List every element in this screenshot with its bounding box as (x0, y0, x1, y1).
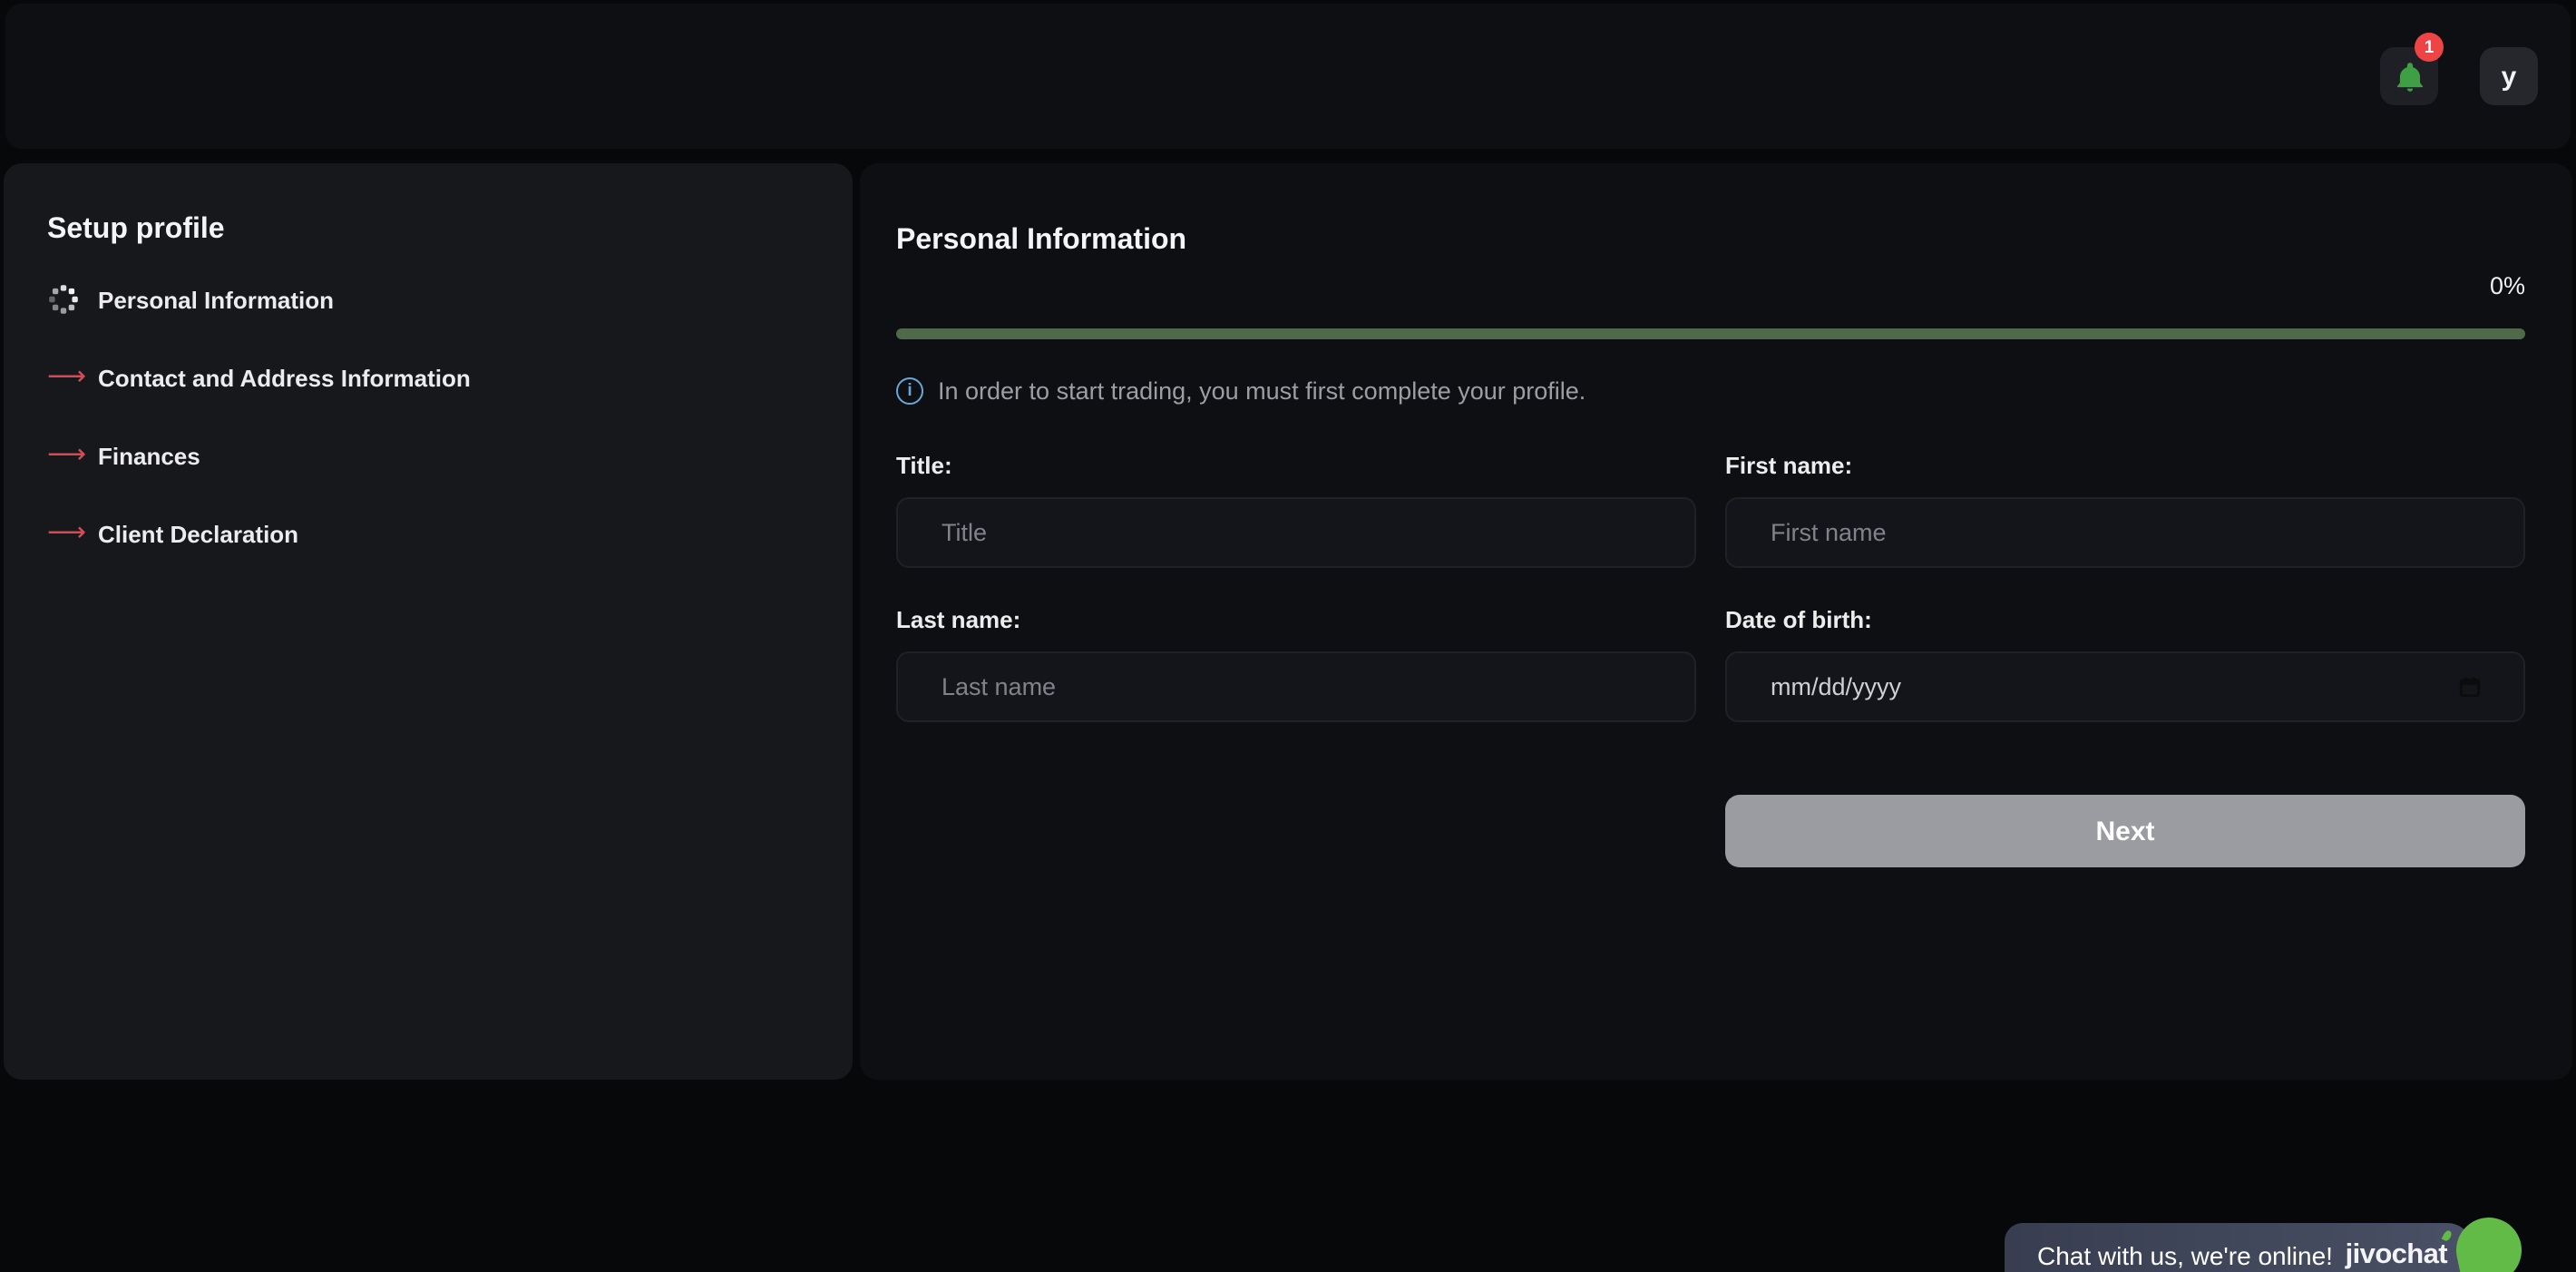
first-name-label: First name: (1725, 452, 2525, 479)
notifications-button[interactable]: 1 (2380, 47, 2438, 105)
arrow-right-icon: ⟶ (47, 517, 80, 550)
sidebar-item-client-declaration[interactable]: ⟶ Client Declaration (47, 517, 853, 550)
arrow-right-icon: ⟶ (47, 361, 80, 394)
bell-icon (2392, 59, 2426, 93)
arrow-right-icon: ⟶ (47, 439, 80, 472)
progress-percent: 0% (896, 272, 2525, 299)
sidebar-item-contact-and-address[interactable]: ⟶ Contact and Address Information (47, 361, 853, 394)
page-title: Personal Information (896, 225, 2525, 258)
first-name-input[interactable] (1725, 497, 2525, 568)
date-of-birth-field-group: Date of birth: (1725, 606, 2525, 722)
title-field-group: Title: (896, 452, 1696, 568)
sidebar-title: Setup profile (47, 214, 853, 247)
jivochat-logo: jivochat (2346, 1238, 2447, 1271)
sidebar-item-label: Contact and Address Information (98, 364, 471, 391)
spinner-icon (47, 283, 80, 316)
info-icon: i (896, 377, 923, 405)
sidebar-item-label: Client Declaration (98, 520, 298, 547)
first-name-field-group: First name: (1725, 452, 2525, 568)
personal-information-panel: Personal Information 0% i In order to st… (860, 163, 2572, 1080)
notification-badge: 1 (2415, 33, 2444, 62)
chat-widget: Chat with us, we're online! jivochat (2005, 1223, 2509, 1272)
leaf-icon[interactable] (2450, 1211, 2527, 1272)
date-of-birth-label: Date of birth: (1725, 606, 2525, 633)
steps-list: Personal Information ⟶ Contact and Addre… (47, 283, 853, 550)
title-input[interactable] (896, 497, 1696, 568)
app-root: 1 y Setup profile (0, 0, 2576, 1272)
sidebar-item-finances[interactable]: ⟶ Finances (47, 439, 853, 472)
last-name-label: Last name: (896, 606, 1696, 633)
avatar[interactable]: y (2480, 47, 2538, 105)
title-label: Title: (896, 452, 1696, 479)
chat-open-button[interactable]: Chat with us, we're online! jivochat (2005, 1223, 2473, 1272)
sidebar-item-label: Personal Information (98, 286, 334, 313)
chat-message: Chat with us, we're online! (2037, 1240, 2333, 1269)
sidebar-item-personal-information[interactable]: Personal Information (47, 283, 853, 316)
date-of-birth-input[interactable] (1725, 651, 2525, 722)
progress-bar (896, 328, 2525, 339)
personal-info-form: Title: First name: Last name: Date of bi… (896, 452, 2525, 867)
last-name-field-group: Last name: (896, 606, 1696, 722)
sidebar-item-label: Finances (98, 442, 200, 469)
setup-profile-sidebar: Setup profile Personal Information (4, 163, 853, 1080)
notice-text: In order to start trading, you must firs… (938, 377, 1586, 405)
profile-notice: i In order to start trading, you must fi… (896, 377, 2525, 405)
last-name-input[interactable] (896, 651, 1696, 722)
top-bar: 1 y (5, 4, 2571, 149)
next-button[interactable]: Next (1725, 795, 2525, 867)
